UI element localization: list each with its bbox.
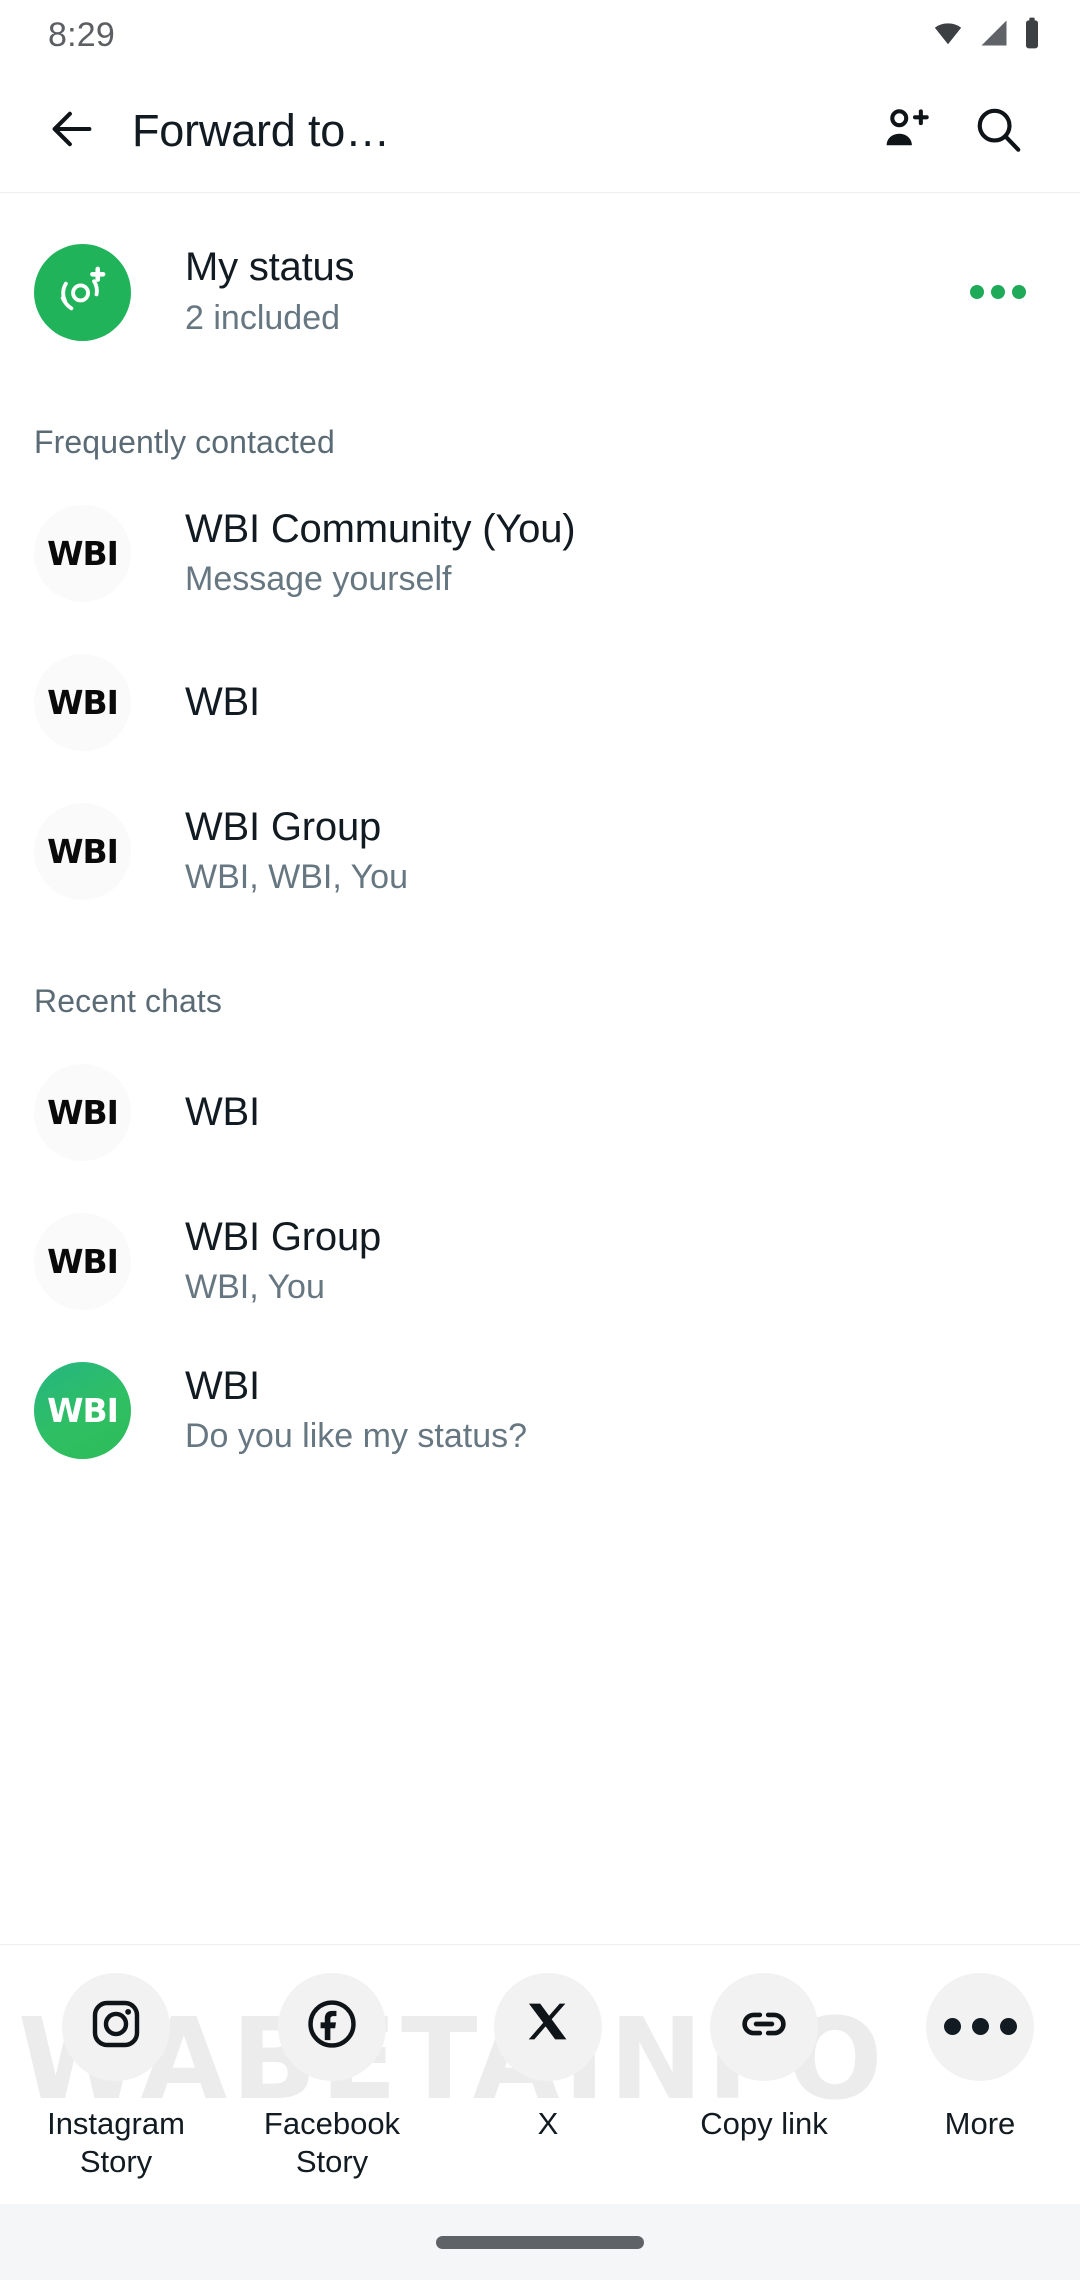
section-header-recent-chats: Recent chats xyxy=(34,983,222,1019)
list-item-text: WBI Group WBI, You xyxy=(185,1215,1046,1308)
list-item-text: WBI xyxy=(185,1090,1046,1136)
list-item-my-status[interactable]: My status 2 included xyxy=(0,217,1080,367)
list-item-subtitle: WBI, WBI, You xyxy=(185,858,408,897)
avatar: WBI xyxy=(34,1362,131,1459)
share-target-copy-link[interactable]: Copy link xyxy=(656,1972,872,2183)
new-contact-button[interactable] xyxy=(860,85,952,177)
list-item-title: WBI xyxy=(185,1089,260,1134)
forward-target-list[interactable]: My status 2 included Frequently contacte… xyxy=(0,193,1080,1944)
status-bar-clock: 8:29 xyxy=(48,15,115,54)
share-target-instagram-story[interactable]: Instagram Story xyxy=(8,1972,224,2183)
facebook-icon xyxy=(304,1996,360,2057)
list-item-text: My status 2 included xyxy=(185,245,950,338)
avatar: WBI xyxy=(34,1064,131,1161)
list-item-title: WBI Community (You) xyxy=(185,506,576,551)
avatar: WBI xyxy=(34,505,131,602)
instagram-icon xyxy=(88,1996,144,2057)
list-item-recent-wbi[interactable]: WBI WBI xyxy=(0,1038,1080,1187)
wbi-logo-icon: WBI xyxy=(47,534,119,573)
gesture-nav-bar xyxy=(0,2204,1080,2280)
share-target-row[interactable]: Instagram Story Facebook Story X Copy li… xyxy=(0,1972,1080,2183)
share-sheet: WABETAINFO Instagram Story Facebook Stor… xyxy=(0,1943,1080,2204)
back-button[interactable] xyxy=(30,89,114,173)
list-item-subtitle: Message yourself xyxy=(185,560,452,599)
list-item-wbi-community[interactable]: WBI WBI Community (You) Message yourself xyxy=(0,479,1080,628)
list-item-recent-wbi-group[interactable]: WBI WBI Group WBI, You xyxy=(0,1187,1080,1336)
wifi-icon xyxy=(930,18,966,53)
more-horizontal-icon xyxy=(943,2018,1017,2035)
avatar xyxy=(34,243,131,341)
list-item-text: WBI Community (You) Message yourself xyxy=(185,507,1046,600)
status-bar-icons xyxy=(930,17,1042,54)
wbi-logo-icon: WBI xyxy=(47,1391,119,1430)
list-item-title: WBI xyxy=(185,1363,260,1408)
list-item-text: WBI Do you like my status? xyxy=(185,1364,1046,1457)
more-options-icon xyxy=(970,285,1026,299)
share-target-icon-wrap xyxy=(710,1972,818,2081)
list-item-recent-wbi-status[interactable]: WBI WBI Do you like my status? xyxy=(0,1336,1080,1485)
list-item-text: WBI Group WBI, WBI, You xyxy=(185,805,1046,898)
share-target-label: Instagram Story xyxy=(47,2105,185,2180)
page-title: Forward to… xyxy=(132,105,390,156)
wbi-logo-icon: WBI xyxy=(47,1093,119,1132)
share-target-label: X xyxy=(537,2105,559,2141)
share-target-facebook-story[interactable]: Facebook Story xyxy=(224,1972,440,2183)
x-twitter-icon xyxy=(522,1998,574,2055)
app-bar: Forward to… xyxy=(0,70,1080,192)
share-target-x[interactable]: X xyxy=(440,1972,656,2183)
share-target-icon-wrap xyxy=(62,1972,170,2081)
list-item-title: My status xyxy=(185,245,355,290)
avatar: WBI xyxy=(34,1213,131,1310)
wbi-logo-icon: WBI xyxy=(47,832,119,871)
share-target-more[interactable]: More xyxy=(872,1972,1080,2183)
status-camera-plus-icon xyxy=(54,261,112,324)
list-item-wbi[interactable]: WBI WBI xyxy=(0,628,1080,777)
list-item-title: WBI xyxy=(185,679,260,724)
share-target-label: Facebook Story xyxy=(263,2105,401,2180)
share-target-label: More xyxy=(944,2105,1016,2141)
wbi-logo-icon: WBI xyxy=(47,1242,119,1281)
wbi-logo-icon: WBI xyxy=(47,683,119,722)
link-icon xyxy=(736,1996,792,2057)
list-item-title: WBI Group xyxy=(185,804,382,849)
list-item-subtitle: 2 included xyxy=(185,298,341,337)
battery-icon xyxy=(1022,17,1042,54)
section-header-frequently-contacted: Frequently contacted xyxy=(34,424,335,460)
search-button[interactable] xyxy=(952,85,1044,177)
add-person-icon xyxy=(879,102,933,161)
arrow-back-icon xyxy=(46,103,98,160)
avatar: WBI xyxy=(34,654,131,751)
status-bar: 8:29 xyxy=(0,0,1080,70)
search-icon xyxy=(971,102,1025,161)
avatar: WBI xyxy=(34,803,131,900)
list-item-title: WBI Group xyxy=(185,1214,382,1259)
list-item-wbi-group[interactable]: WBI WBI Group WBI, WBI, You xyxy=(0,777,1080,926)
list-item-subtitle: WBI, You xyxy=(185,1268,325,1307)
gesture-home-pill[interactable] xyxy=(436,2235,644,2249)
list-item-text: WBI xyxy=(185,680,1046,726)
list-item-subtitle: Do you like my status? xyxy=(185,1417,528,1456)
share-target-icon-wrap xyxy=(926,1972,1034,2081)
share-target-label: Copy link xyxy=(700,2105,828,2141)
share-target-icon-wrap xyxy=(278,1972,386,2081)
share-target-icon-wrap xyxy=(494,1972,602,2081)
cellular-signal-icon xyxy=(978,18,1010,53)
my-status-overflow-button[interactable] xyxy=(950,285,1046,299)
whatsapp-forward-screen: 8:29 Forward to… My status 2 included Fr… xyxy=(0,0,1080,2280)
